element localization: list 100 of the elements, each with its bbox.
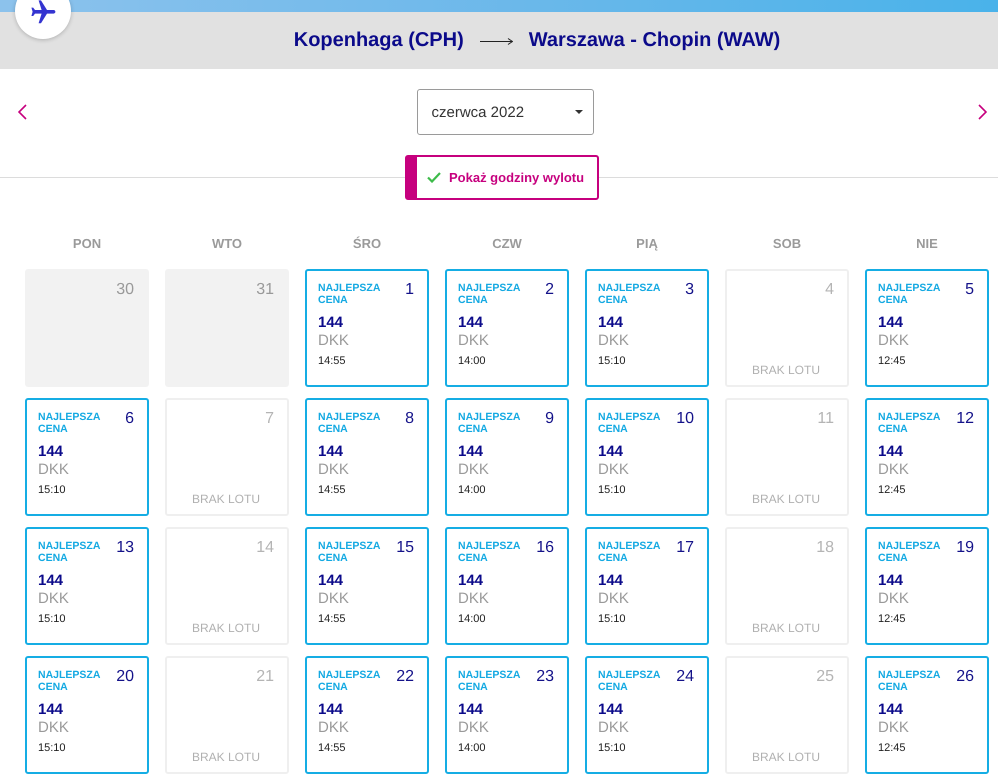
day-number: 21 — [256, 668, 274, 686]
currency: DKK — [318, 719, 349, 737]
best-price-label: NAJLEPSZA CENA — [458, 540, 522, 564]
price: 144 — [598, 701, 624, 719]
next-month-button[interactable] — [976, 103, 988, 121]
price: 144 — [598, 314, 624, 332]
departure-time: 15:10 — [38, 612, 66, 626]
best-price-label: NAJLEPSZA CENA — [318, 669, 382, 693]
calendar-day[interactable]: NAJLEPSZA CENA 5 144 DKK 12:45 — [865, 269, 989, 387]
calendar-day[interactable]: NAJLEPSZA CENA 22 144 DKK 14:55 — [305, 656, 429, 774]
price: 144 — [458, 443, 484, 461]
origin-airport: Kopenhaga (CPH) — [294, 29, 464, 52]
departure-time: 15:10 — [598, 612, 626, 626]
show-departure-times-toggle[interactable]: Pokaż godziny wylotu — [405, 155, 599, 200]
calendar-day[interactable]: NAJLEPSZA CENA 8 144 DKK 14:55 — [305, 398, 429, 516]
month-select[interactable]: czerwca 2022 — [416, 89, 594, 135]
departure-time: 14:55 — [318, 612, 346, 626]
day-number: 16 — [536, 539, 554, 557]
departure-time: 14:55 — [318, 483, 346, 497]
calendar-day[interactable]: NAJLEPSZA CENA 16 144 DKK 14:00 — [445, 527, 569, 645]
currency: DKK — [598, 590, 629, 608]
departure-time: 12:45 — [878, 354, 906, 368]
day-number: 23 — [536, 668, 554, 686]
day-number: 24 — [676, 668, 694, 686]
calendar-day[interactable]: NAJLEPSZA CENA 10 144 DKK 15:10 — [585, 398, 709, 516]
no-flight-label: BRAK LOTU — [192, 492, 260, 506]
departure-time: 15:10 — [38, 741, 66, 755]
currency: DKK — [38, 461, 69, 479]
departure-time: 14:55 — [318, 741, 346, 755]
currency: DKK — [878, 332, 909, 350]
currency: DKK — [458, 332, 489, 350]
calendar-day[interactable]: NAJLEPSZA CENA 20 144 DKK 15:10 — [25, 656, 149, 774]
chevron-right-icon — [978, 104, 986, 120]
price: 144 — [38, 443, 64, 461]
price: 144 — [318, 314, 344, 332]
best-price-label: NAJLEPSZA CENA — [878, 411, 942, 435]
calendar-day[interactable]: NAJLEPSZA CENA 9 144 DKK 14:00 — [445, 398, 569, 516]
day-number: 17 — [676, 539, 694, 557]
day-number: 26 — [956, 668, 974, 686]
calendar-day[interactable]: NAJLEPSZA CENA 23 144 DKK 14:00 — [445, 656, 569, 774]
day-number: 10 — [676, 410, 694, 428]
best-price-label: NAJLEPSZA CENA — [318, 411, 382, 435]
day-number: 12 — [956, 410, 974, 428]
departure-time: 14:00 — [458, 741, 486, 755]
currency: DKK — [878, 461, 909, 479]
best-price-label: NAJLEPSZA CENA — [878, 540, 942, 564]
best-price-label: NAJLEPSZA CENA — [878, 282, 942, 306]
day-number: 30 — [116, 281, 134, 299]
day-number: 9 — [545, 410, 554, 428]
departure-time: 15:10 — [598, 741, 626, 755]
day-number: 20 — [116, 668, 134, 686]
checkmark-icon — [427, 172, 441, 183]
currency: DKK — [878, 590, 909, 608]
calendar-day[interactable]: NAJLEPSZA CENA 24 144 DKK 15:10 — [585, 656, 709, 774]
departure-time: 14:00 — [458, 354, 486, 368]
best-price-label: NAJLEPSZA CENA — [318, 540, 382, 564]
weekday-header: ŚRO — [352, 236, 382, 252]
day-number: 7 — [265, 410, 274, 428]
no-flight-label: BRAK LOTU — [752, 621, 820, 635]
departure-time: 15:10 — [598, 354, 626, 368]
price: 144 — [598, 572, 624, 590]
day-number: 4 — [825, 281, 834, 299]
day-number: 22 — [396, 668, 414, 686]
calendar-day[interactable]: NAJLEPSZA CENA 17 144 DKK 15:10 — [585, 527, 709, 645]
calendar-day[interactable]: NAJLEPSZA CENA 26 144 DKK 12:45 — [865, 656, 989, 774]
departure-time: 14:55 — [318, 354, 346, 368]
best-price-label: NAJLEPSZA CENA — [878, 669, 942, 693]
calendar-day[interactable]: NAJLEPSZA CENA 12 144 DKK 12:45 — [865, 398, 989, 516]
currency: DKK — [458, 590, 489, 608]
day-number: 14 — [256, 539, 274, 557]
departure-time: 12:45 — [878, 612, 906, 626]
price: 144 — [878, 314, 904, 332]
previous-month-button[interactable] — [16, 103, 28, 121]
calendar-day[interactable]: NAJLEPSZA CENA 19 144 DKK 12:45 — [865, 527, 989, 645]
calendar-day[interactable]: NAJLEPSZA CENA 3 144 DKK 15:10 — [585, 269, 709, 387]
price: 144 — [38, 572, 64, 590]
weekday-header: CZW — [492, 236, 522, 252]
price: 144 — [38, 701, 64, 719]
price: 144 — [318, 443, 344, 461]
price: 144 — [878, 443, 904, 461]
best-price-label: NAJLEPSZA CENA — [458, 282, 522, 306]
calendar-day[interactable]: NAJLEPSZA CENA 13 144 DKK 15:10 — [25, 527, 149, 645]
day-number: 5 — [965, 281, 974, 299]
price: 144 — [318, 572, 344, 590]
calendar-day[interactable]: NAJLEPSZA CENA 15 144 DKK 14:55 — [305, 527, 429, 645]
calendar-day[interactable]: NAJLEPSZA CENA 2 144 DKK 14:00 — [445, 269, 569, 387]
calendar-day[interactable]: NAJLEPSZA CENA 1 144 DKK 14:55 — [305, 269, 429, 387]
departure-time: 12:45 — [878, 483, 906, 497]
day-number: 31 — [256, 281, 274, 299]
weekday-header: WTO — [212, 236, 242, 252]
destination-airport: Warszawa - Chopin (WAW) — [528, 29, 780, 52]
currency: DKK — [598, 719, 629, 737]
chevron-left-icon — [18, 104, 26, 120]
airplane-icon — [14, 0, 72, 40]
day-number: 8 — [405, 410, 414, 428]
day-number: 2 — [545, 281, 554, 299]
currency: DKK — [318, 461, 349, 479]
price: 144 — [318, 701, 344, 719]
calendar-day[interactable]: NAJLEPSZA CENA 6 144 DKK 15:10 — [25, 398, 149, 516]
currency: DKK — [318, 590, 349, 608]
